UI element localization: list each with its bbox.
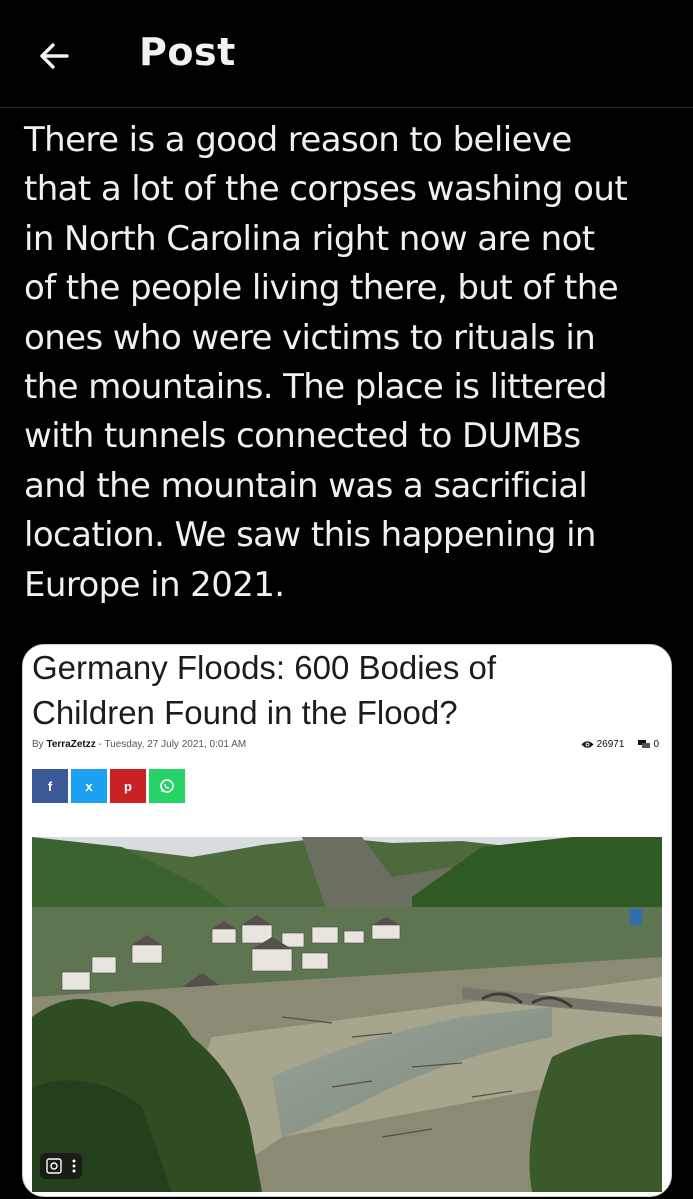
comments-stat: 0: [638, 739, 659, 750]
post-text: There is a good reason to believe that a…: [24, 120, 628, 605]
facebook-share-button[interactable]: f: [32, 769, 68, 803]
article-author: TerraZetzz: [46, 739, 96, 750]
article-title: Germany Floods: 600 Bodies of Children F…: [32, 649, 497, 731]
more-options-icon: [72, 1159, 76, 1173]
whatsapp-icon: [160, 779, 174, 793]
article-byline: By TerraZetzz - Tuesday, 27 July 2021, 0…: [32, 739, 246, 750]
page-title: Post: [139, 30, 236, 74]
views-count: 26971: [596, 739, 625, 750]
media-options[interactable]: [40, 1153, 82, 1179]
pinterest-share-button[interactable]: p: [110, 769, 146, 803]
share-buttons: f x p: [32, 769, 185, 803]
article-stats: 26971 0: [581, 739, 659, 750]
pinterest-icon: p: [124, 778, 132, 794]
byline-by: By: [32, 739, 44, 750]
views-stat: 26971: [581, 739, 625, 750]
eye-icon: [581, 741, 594, 748]
x-icon: x: [85, 778, 93, 794]
comment-icon: [638, 740, 651, 748]
back-button[interactable]: [30, 32, 78, 80]
flood-photo: [32, 837, 662, 1192]
facebook-icon: f: [47, 778, 53, 794]
top-bar: Post: [0, 0, 693, 108]
article-date: - Tuesday, 27 July 2021, 0:01 AM: [98, 739, 247, 750]
whatsapp-share-button[interactable]: [149, 769, 185, 803]
alt-text-icon: [46, 1158, 62, 1174]
back-arrow-icon: [40, 43, 69, 69]
x-share-button[interactable]: x: [71, 769, 107, 803]
post-media[interactable]: Germany Floods: 600 Bodies of Children F…: [22, 644, 672, 1197]
comments-count: 0: [653, 739, 659, 750]
